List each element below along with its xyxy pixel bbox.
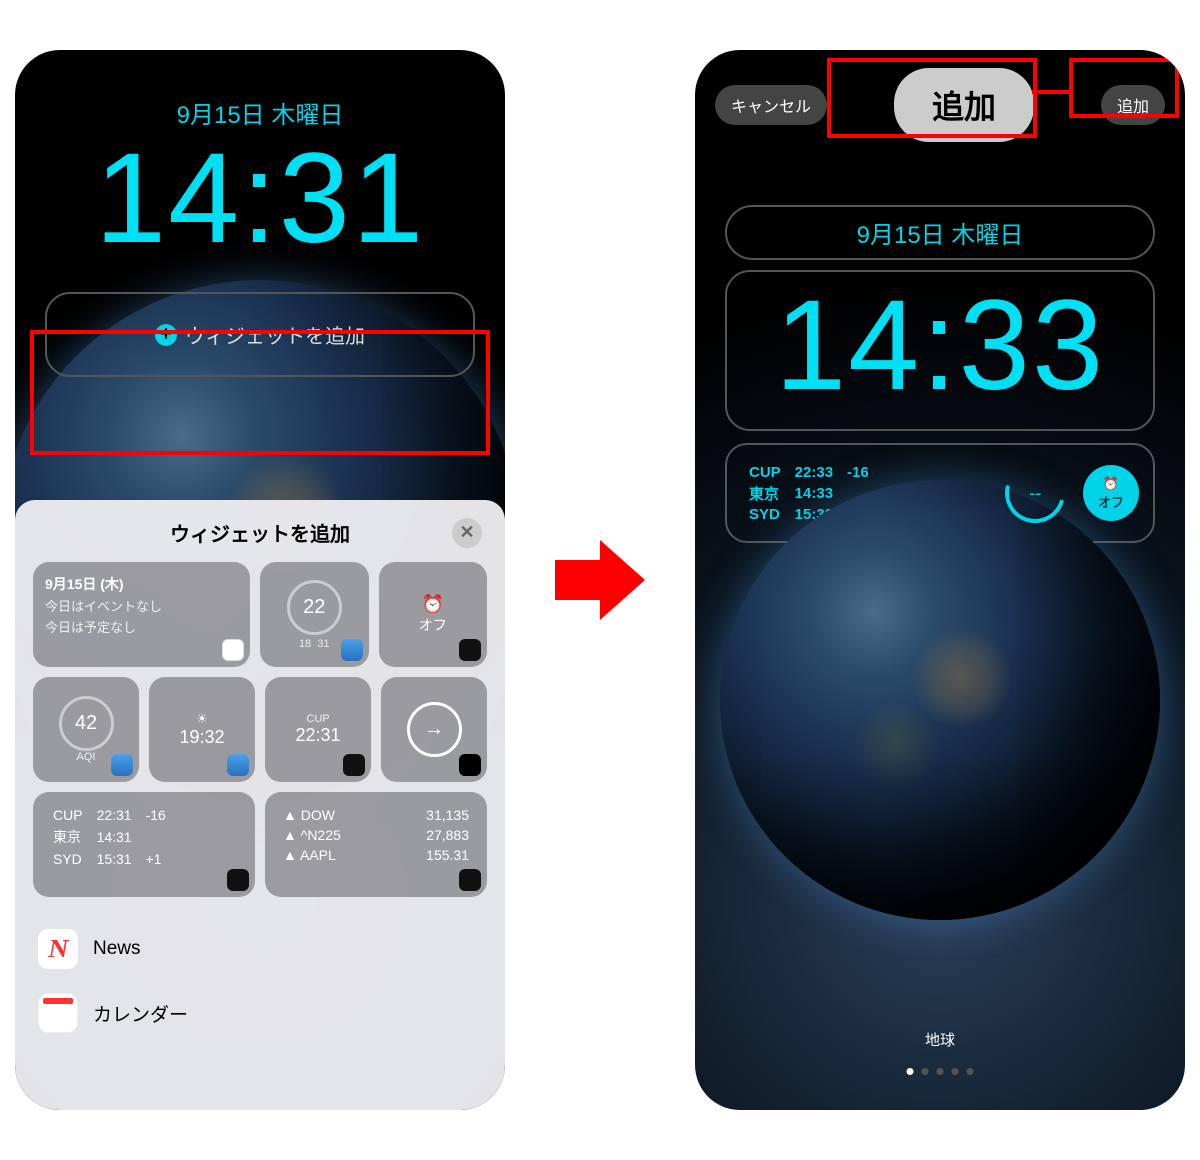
widget-world-clock[interactable]: CUP22:31-16 東京14:31 SYD15:31+1 — [33, 792, 255, 897]
calendar-icon — [38, 993, 78, 1033]
app-news[interactable]: News — [33, 917, 487, 981]
app-list: News カレンダー — [33, 917, 487, 1045]
wallpaper-caption: 地球 — [925, 1029, 955, 1050]
earth-graphic — [720, 480, 1160, 920]
lockscreen-time[interactable]: 14:31 — [15, 125, 505, 272]
alarm-icon: ⏰ — [1103, 476, 1119, 492]
sheet-title: ウィジェットを追加 — [170, 518, 350, 547]
widget-picker-sheet: ウィジェットを追加 ✕ 9月15日 (木) 今日はイベントなし 今日は予定なし … — [15, 500, 505, 1110]
calendar-icon — [222, 639, 244, 661]
widget-activity[interactable]: → — [381, 677, 487, 782]
clock-icon — [227, 869, 249, 891]
phone-left: 9月15日 木曜日 14:31 + ウィジェットを追加 ウィジェットを追加 ✕ … — [15, 50, 505, 1110]
app-calendar[interactable]: カレンダー — [33, 981, 487, 1045]
widget-weather-temp[interactable]: 22 18 31 — [260, 562, 369, 667]
lockscreen-date[interactable]: 9月15日 木曜日 — [725, 205, 1155, 260]
clock-icon — [459, 639, 481, 661]
page-dots[interactable] — [907, 1068, 974, 1075]
widget-calendar[interactable]: 9月15日 (木) 今日はイベントなし 今日は予定なし — [33, 562, 250, 667]
weather-icon — [341, 639, 363, 661]
highlight-box — [1069, 58, 1179, 118]
phone-right: キャンセル 追加 追加 9月15日 木曜日 14:33 CUP22:33-16 … — [695, 50, 1185, 1110]
clock-icon — [343, 754, 365, 776]
arrow-icon — [555, 530, 645, 630]
weather-icon — [227, 754, 249, 776]
widget-alarm[interactable]: ⏰ オフ — [379, 562, 488, 667]
highlight-box — [30, 330, 490, 455]
widget-city-clock[interactable]: CUP 22:31 — [265, 677, 371, 782]
highlight-box — [827, 58, 1037, 138]
close-button[interactable]: ✕ — [452, 518, 482, 548]
highlight-connector — [1032, 90, 1072, 94]
widget-stocks[interactable]: ▲ DOW31,135 ▲ ^N22527,883 ▲ AAPL155.31 — [265, 792, 487, 897]
stocks-icon — [459, 869, 481, 891]
news-icon — [38, 929, 78, 969]
alarm-widget: ⏰ オフ — [1083, 465, 1139, 521]
weather-icon — [111, 754, 133, 776]
activity-icon — [459, 754, 481, 776]
cancel-button[interactable]: キャンセル — [715, 85, 827, 125]
widget-sunset[interactable]: ☀ 19:32 — [149, 677, 255, 782]
lockscreen-time[interactable]: 14:33 — [725, 270, 1155, 431]
widget-aqi[interactable]: 42 AQI — [33, 677, 139, 782]
